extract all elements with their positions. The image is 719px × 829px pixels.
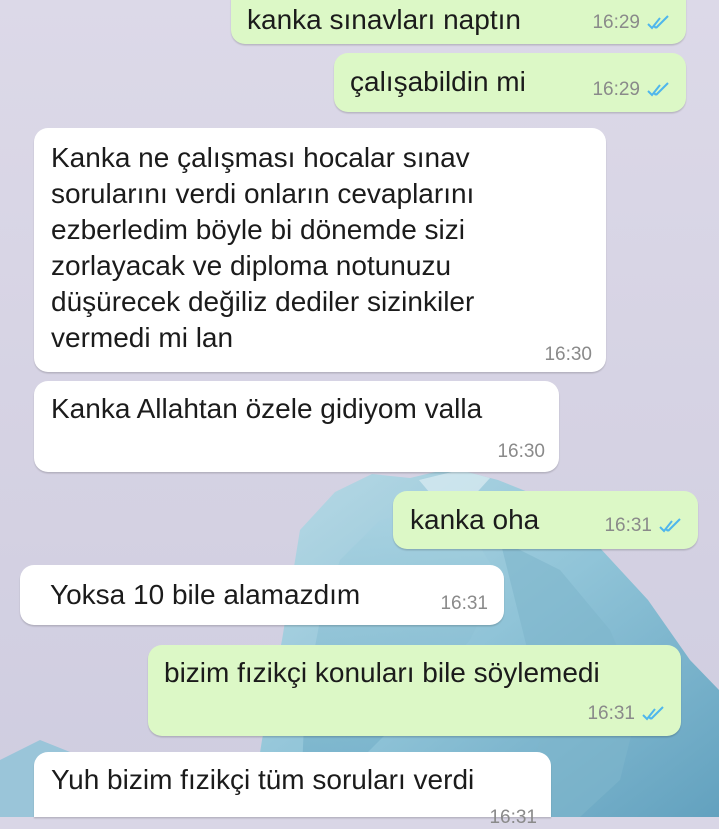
message-time: 16:29	[592, 12, 640, 33]
message-meta: 16:31	[587, 703, 667, 725]
message-meta: 16:31	[440, 593, 488, 615]
message-text: Yuh bizim fızikçi tüm soruları verdi	[51, 764, 475, 795]
message-time: 16:30	[497, 441, 545, 462]
message-meta: 16:30	[497, 441, 545, 463]
incoming-message-bubble[interactable]: Kanka Allahtan özele gidiyom valla 16:30	[34, 381, 559, 472]
message-text: Yoksa 10 bile alamazdım	[50, 579, 361, 610]
incoming-message-bubble[interactable]: Yoksa 10 bile alamazdım 16:31	[20, 565, 504, 625]
message-time: 16:31	[440, 593, 488, 614]
incoming-message-bubble[interactable]: Kanka ne çalışması hocalar sınav sorular…	[34, 128, 606, 372]
message-time: 16:31	[489, 807, 537, 828]
message-meta: 16:29	[592, 79, 672, 101]
message-text: Kanka Allahtan özele gidiyom valla	[51, 393, 483, 424]
message-time: 16:30	[544, 344, 592, 365]
message-text: kanka oha	[410, 504, 540, 535]
read-double-check-icon	[658, 518, 684, 534]
message-text: kanka sınavları naptın	[247, 4, 521, 35]
read-double-check-icon	[646, 15, 672, 31]
message-time: 16:29	[592, 79, 640, 100]
message-text: çalışabildin mi	[350, 66, 526, 97]
message-meta: 16:29	[592, 12, 672, 34]
message-meta: 16:31	[489, 807, 537, 829]
message-text: Kanka ne çalışması hocalar sınav sorular…	[51, 142, 475, 353]
message-time: 16:31	[587, 703, 635, 724]
outgoing-message-bubble[interactable]: bizim fızikçi konuları bile söylemedi 16…	[148, 645, 681, 736]
outgoing-message-bubble[interactable]: kanka sınavları naptın 16:29	[231, 0, 686, 44]
read-double-check-icon	[646, 82, 672, 98]
outgoing-message-bubble[interactable]: kanka oha 16:31	[393, 491, 698, 549]
outgoing-message-bubble[interactable]: çalışabildin mi 16:29	[334, 53, 686, 112]
incoming-message-bubble[interactable]: Yuh bizim fızikçi tüm soruları verdi 16:…	[34, 752, 551, 828]
message-text: bizim fızikçi konuları bile söylemedi	[164, 657, 600, 688]
message-list[interactable]: kanka sınavları naptın 16:29 çalışabildi…	[0, 0, 719, 828]
message-meta: 16:31	[604, 515, 684, 537]
read-double-check-icon	[641, 706, 667, 722]
message-meta: 16:30	[544, 344, 592, 366]
message-time: 16:31	[604, 515, 652, 536]
